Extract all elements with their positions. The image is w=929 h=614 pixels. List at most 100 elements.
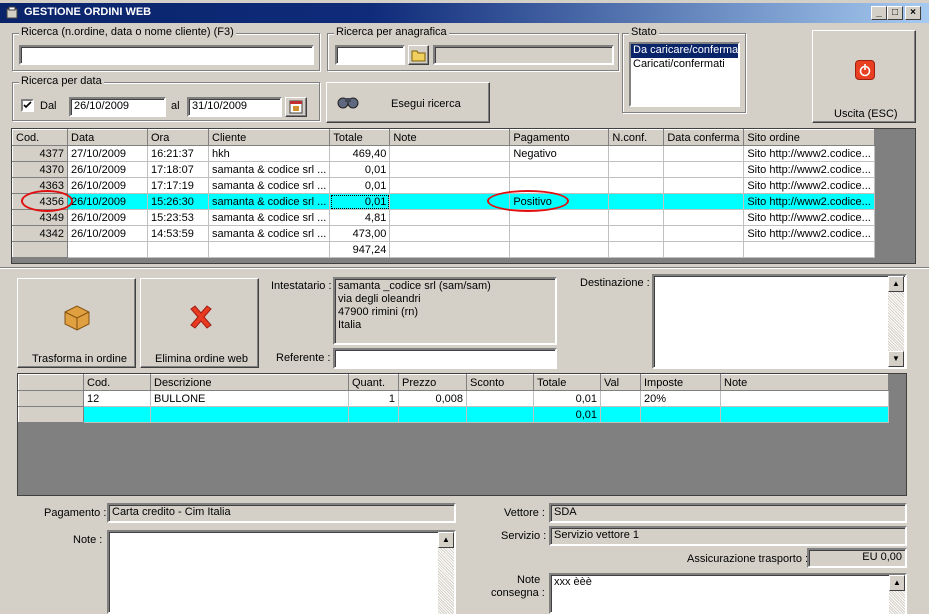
order-row[interactable]: 4363 26/10/2009 17:17:19 samanta & codic… — [12, 177, 876, 194]
column-header[interactable]: Note — [720, 374, 889, 391]
order-row[interactable]: 4342 26/10/2009 14:53:59 samanta & codic… — [12, 225, 876, 242]
minimize-button[interactable]: _ — [871, 6, 887, 20]
item-sconto — [466, 390, 534, 407]
order-nconf — [608, 193, 665, 210]
note-consegna-scrollbar[interactable]: ▲ — [889, 575, 905, 614]
transform-order-button[interactable]: Trasforma in ordine — [17, 278, 136, 368]
order-data: 27/10/2009 — [67, 145, 148, 162]
to-date-input[interactable]: 31/10/2009 — [187, 97, 282, 117]
column-header[interactable]: Cod. — [83, 374, 151, 391]
window-title: GESTIONE ORDINI WEB — [24, 6, 152, 18]
orders-header-row: Cod. Data Ora Cliente Totale Note Pagame… — [12, 129, 876, 146]
column-header[interactable]: Prezzo — [398, 374, 467, 391]
scroll-up-arrow-icon[interactable]: ▲ — [889, 575, 905, 591]
order-row[interactable]: 4370 26/10/2009 17:18:07 samanta & codic… — [12, 161, 876, 178]
empty-cell — [83, 406, 151, 423]
item-descrizione: BULLONE — [150, 390, 349, 407]
maximize-button[interactable]: □ — [887, 6, 903, 20]
order-cliente: samanta & codice srl ... — [208, 209, 331, 226]
column-header[interactable]: Totale — [533, 374, 601, 391]
order-cod: 4370 — [12, 161, 68, 178]
vettore-field: SDA — [549, 503, 907, 523]
scroll-up-arrow-icon[interactable]: ▲ — [888, 276, 904, 292]
column-header[interactable]: Cliente — [207, 129, 331, 146]
anagrafica-code-input[interactable] — [335, 45, 405, 65]
item-row[interactable]: 12 BULLONE 1 0,008 0,01 20% — [18, 390, 889, 407]
run-search-button[interactable]: Esegui ricerca — [326, 82, 490, 123]
note-scrollbar[interactable]: ▲ — [438, 532, 454, 614]
referente-input[interactable] — [333, 348, 557, 369]
empty-cell — [398, 406, 467, 423]
column-header[interactable]: Cod. — [12, 129, 68, 146]
column-header[interactable]: N.conf. — [608, 129, 665, 146]
order-nconf — [608, 177, 665, 194]
empty-cell — [608, 241, 665, 258]
order-pagamento — [509, 161, 610, 178]
text-search-input[interactable] — [19, 45, 314, 65]
close-button[interactable]: × — [905, 6, 921, 20]
empty-cell — [150, 406, 349, 423]
destinazione-scrollbar[interactable]: ▲ ▼ — [888, 276, 904, 367]
from-date-input[interactable]: 26/10/2009 — [69, 97, 166, 117]
column-header[interactable]: Quant. — [348, 374, 399, 391]
order-nconf — [608, 145, 665, 162]
order-note — [389, 161, 511, 178]
column-header[interactable]: Pagamento — [509, 129, 610, 146]
stato-option[interactable]: Caricati/confermati — [631, 58, 738, 72]
assicurazione-field: EU 0,00 — [807, 548, 907, 568]
column-header[interactable]: Data — [67, 129, 148, 146]
order-pagamento: Negativo — [509, 145, 610, 162]
browse-anagrafica-button[interactable] — [408, 45, 429, 65]
column-header[interactable]: Sconto — [466, 374, 534, 391]
order-data: 26/10/2009 — [67, 161, 148, 178]
destinazione-textarea[interactable] — [652, 274, 907, 369]
column-header[interactable]: Sito ordine — [743, 129, 876, 146]
order-nconf — [608, 209, 665, 226]
delete-x-icon — [190, 305, 212, 329]
column-header[interactable]: Val — [600, 374, 641, 391]
orders-grid: Cod. Data Ora Cliente Totale Note Pagame… — [12, 129, 876, 258]
column-header[interactable]: Note — [389, 129, 511, 146]
empty-cell — [743, 241, 876, 258]
item-prezzo: 0,008 — [398, 390, 467, 407]
column-header[interactable]: Imposte — [640, 374, 721, 391]
column-header[interactable]: Totale — [329, 129, 391, 146]
order-ora: 15:23:53 — [147, 209, 209, 226]
order-ora: 16:21:37 — [147, 145, 209, 162]
column-header[interactable]: Descrizione — [150, 374, 349, 391]
delete-web-order-button[interactable]: Elimina ordine web — [140, 278, 259, 368]
order-totale: 0,01 — [329, 177, 391, 194]
text-search-label: Ricerca (n.ordine, data o nome cliente) … — [19, 26, 236, 38]
stato-listbox[interactable]: Da caricare/conferma Caricati/confermati — [629, 42, 740, 107]
column-header[interactable]: Ora — [147, 129, 209, 146]
item-note — [720, 390, 889, 407]
order-sito: Sito http://www2.codice... — [743, 177, 876, 194]
order-row[interactable]: 4349 26/10/2009 15:23:53 samanta & codic… — [12, 209, 876, 226]
order-sito: Sito http://www2.codice... — [743, 209, 876, 226]
empty-cell — [466, 406, 534, 423]
scroll-up-arrow-icon[interactable]: ▲ — [438, 532, 454, 548]
order-data: 26/10/2009 — [67, 193, 148, 210]
anagrafica-search-label: Ricerca per anagrafica — [334, 26, 449, 38]
order-row-selected[interactable]: 4356 26/10/2009 15:26:30 samanta & codic… — [12, 193, 876, 210]
note-consegna-textarea[interactable]: xxx èèè — [549, 573, 907, 614]
pagamento-label: Pagamento : — [44, 507, 107, 519]
order-note — [389, 145, 511, 162]
assicurazione-label: Assicurazione trasporto : — [687, 553, 809, 565]
dal-checkbox[interactable] — [21, 99, 34, 112]
order-data: 26/10/2009 — [67, 177, 148, 194]
order-cod: 4342 — [12, 225, 68, 242]
column-header[interactable]: Data conferma — [663, 129, 745, 146]
delete-web-order-label: Elimina ordine web — [155, 353, 248, 365]
items-grid-container: Cod. Descrizione Quant. Prezzo Sconto To… — [17, 373, 907, 496]
exit-button[interactable]: Uscita (ESC) — [812, 30, 916, 123]
scroll-down-arrow-icon[interactable]: ▼ — [888, 351, 904, 367]
stato-option-selected[interactable]: Da caricare/conferma — [631, 44, 738, 58]
calendar-button[interactable] — [285, 97, 307, 117]
empty-cell — [67, 241, 148, 258]
order-row[interactable]: 4377 27/10/2009 16:21:37 hkh 469,40 Nega… — [12, 145, 876, 162]
note-textarea[interactable] — [107, 530, 456, 614]
items-grid: Cod. Descrizione Quant. Prezzo Sconto To… — [18, 374, 889, 423]
intestatario-label: Intestatario : — [271, 280, 332, 292]
order-dataconf — [663, 193, 745, 210]
